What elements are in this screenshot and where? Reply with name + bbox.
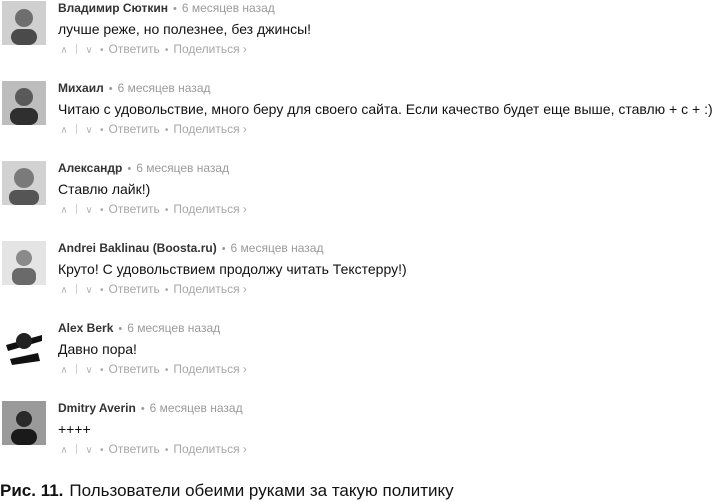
chevron-up-icon[interactable]: ∧ bbox=[58, 204, 70, 218]
user-avatar-icon[interactable] bbox=[2, 161, 46, 205]
share-link[interactable]: Поделиться › bbox=[173, 442, 247, 456]
comment-time[interactable]: 6 месяцев назад bbox=[127, 321, 220, 335]
comment-author[interactable]: Александр bbox=[58, 161, 122, 175]
comment-actions: ∧ ∨ • Ответить • Поделиться › bbox=[58, 282, 247, 298]
comment-author[interactable]: Владимир Сюткин bbox=[58, 1, 168, 15]
comment-actions: ∧ ∨ • Ответить • Поделиться › bbox=[58, 202, 247, 218]
reply-link[interactable]: Ответить bbox=[109, 202, 160, 216]
vote-divider bbox=[76, 124, 77, 134]
user-avatar-icon[interactable] bbox=[2, 401, 46, 445]
comment-text: Давно пора! bbox=[58, 341, 137, 357]
meta-separator: • bbox=[108, 83, 113, 95]
comment-meta: Alex Berk • 6 месяцев назад bbox=[58, 321, 220, 336]
reply-link[interactable]: Ответить bbox=[109, 362, 160, 376]
chevron-up-icon[interactable]: ∧ bbox=[58, 364, 70, 378]
meta-separator: • bbox=[221, 243, 226, 255]
vote-divider bbox=[76, 284, 77, 294]
chevron-up-icon[interactable]: ∧ bbox=[58, 124, 70, 138]
comment-time[interactable]: 6 месяцев назад bbox=[231, 241, 324, 255]
comment-author[interactable]: Alex Berk bbox=[58, 321, 113, 335]
comment-author[interactable]: Andrei Baklinau (Boosta.ru) bbox=[58, 241, 217, 255]
vote-divider bbox=[76, 44, 77, 54]
share-link[interactable]: Поделиться › bbox=[173, 122, 247, 136]
comment-author[interactable]: Dmitry Averin bbox=[58, 401, 136, 415]
action-separator: • bbox=[164, 445, 169, 456]
reply-link[interactable]: Ответить bbox=[109, 442, 160, 456]
chevron-down-icon[interactable]: ∨ bbox=[83, 284, 95, 298]
comment-meta: Dmitry Averin • 6 месяцев назад bbox=[58, 401, 243, 416]
comment-meta: Михаил • 6 месяцев назад bbox=[58, 81, 211, 96]
user-avatar-icon[interactable] bbox=[2, 1, 46, 45]
comment-text: Читаю с удовольствие, много беру для сво… bbox=[58, 101, 713, 117]
comment-item: Dmitry Averin • 6 месяцев назад ++++ ∧ ∨ • От… bbox=[0, 400, 722, 470]
action-separator: • bbox=[100, 285, 104, 296]
reply-link[interactable]: Ответить bbox=[109, 122, 160, 136]
action-separator: • bbox=[100, 445, 104, 456]
comment-text: Ставлю лайк!) bbox=[58, 181, 151, 197]
comment-actions: ∧ ∨ • Ответить • Поделиться › bbox=[58, 442, 247, 458]
figure-number: Рис. 11. bbox=[0, 481, 64, 500]
comment-text: лучше реже, но полезнее, без джинсы! bbox=[58, 21, 312, 37]
comment-time[interactable]: 6 месяцев назад bbox=[182, 1, 275, 15]
comment-author[interactable]: Михаил bbox=[58, 81, 104, 95]
action-separator: • bbox=[164, 45, 169, 56]
comment-actions: ∧ ∨ • Ответить • Поделиться › bbox=[58, 42, 247, 58]
comment-item: Михаил • 6 месяцев назад Читаю с удовольст… bbox=[0, 80, 722, 150]
chevron-down-icon[interactable]: ∨ bbox=[83, 204, 95, 218]
share-link[interactable]: Поделиться › bbox=[173, 202, 247, 216]
comment-meta: Александр • 6 месяцев назад bbox=[58, 161, 229, 176]
figure-caption-text: Пользователи обеими руками за такую поли… bbox=[69, 481, 454, 500]
comment-time[interactable]: 6 месяцев назад bbox=[118, 81, 211, 95]
meta-separator: • bbox=[118, 323, 123, 335]
comment-item: Александр • 6 месяцев назад Ставлю лайк!) … bbox=[0, 160, 722, 230]
action-separator: • bbox=[164, 125, 169, 136]
reply-link[interactable]: Ответить bbox=[109, 42, 160, 56]
vote-divider bbox=[76, 364, 77, 374]
action-separator: • bbox=[100, 45, 104, 56]
comment-item: Andrei Baklinau (Boosta.ru) • 6 месяцев на… bbox=[0, 240, 722, 310]
reply-link[interactable]: Ответить bbox=[109, 282, 160, 296]
chevron-up-icon[interactable]: ∧ bbox=[58, 44, 70, 58]
chevron-down-icon[interactable]: ∨ bbox=[83, 44, 95, 58]
chevron-up-icon[interactable]: ∧ bbox=[58, 284, 70, 298]
user-avatar-icon[interactable] bbox=[2, 81, 46, 125]
meta-separator: • bbox=[173, 3, 177, 15]
chevron-down-icon[interactable]: ∨ bbox=[83, 124, 95, 138]
comment-text: ++++ bbox=[58, 421, 91, 437]
comment-meta: Владимир Сюткин • 6 месяцев назад bbox=[58, 1, 275, 16]
chevron-down-icon[interactable]: ∨ bbox=[83, 444, 95, 458]
comment-time[interactable]: 6 месяцев назад bbox=[136, 161, 229, 175]
chevron-down-icon[interactable]: ∨ bbox=[83, 364, 95, 378]
figure-caption: Рис. 11. Пользователи обеими руками за та… bbox=[0, 481, 454, 501]
meta-separator: • bbox=[140, 403, 145, 415]
action-separator: • bbox=[164, 285, 169, 296]
action-separator: • bbox=[164, 205, 169, 216]
comment-actions: ∧ ∨ • Ответить • Поделиться › bbox=[58, 362, 247, 378]
chevron-up-icon[interactable]: ∧ bbox=[58, 444, 70, 458]
vote-divider bbox=[76, 204, 77, 214]
user-avatar-icon[interactable] bbox=[2, 241, 46, 285]
comment-actions: ∧ ∨ • Ответить • Поделиться › bbox=[58, 122, 247, 138]
comment-item: Alex Berk • 6 месяцев назад Давно пора! ∧ ∨… bbox=[0, 320, 722, 390]
action-separator: • bbox=[100, 365, 104, 376]
vote-divider bbox=[76, 444, 77, 454]
meta-separator: • bbox=[127, 163, 132, 175]
comment-meta: Andrei Baklinau (Boosta.ru) • 6 месяцев на… bbox=[58, 241, 323, 256]
comment-text: Круто! С удовольствием продолжу читать Т… bbox=[58, 261, 407, 277]
comment-item: Владимир Сюткин • 6 месяцев назад лучше ре… bbox=[0, 0, 722, 70]
user-avatar-icon[interactable] bbox=[2, 321, 46, 365]
action-separator: • bbox=[164, 365, 169, 376]
action-separator: • bbox=[100, 125, 104, 136]
action-separator: • bbox=[100, 205, 104, 216]
share-link[interactable]: Поделиться › bbox=[173, 282, 247, 296]
share-link[interactable]: Поделиться › bbox=[173, 42, 247, 56]
comment-time[interactable]: 6 месяцев назад bbox=[150, 401, 243, 415]
share-link[interactable]: Поделиться › bbox=[173, 362, 247, 376]
